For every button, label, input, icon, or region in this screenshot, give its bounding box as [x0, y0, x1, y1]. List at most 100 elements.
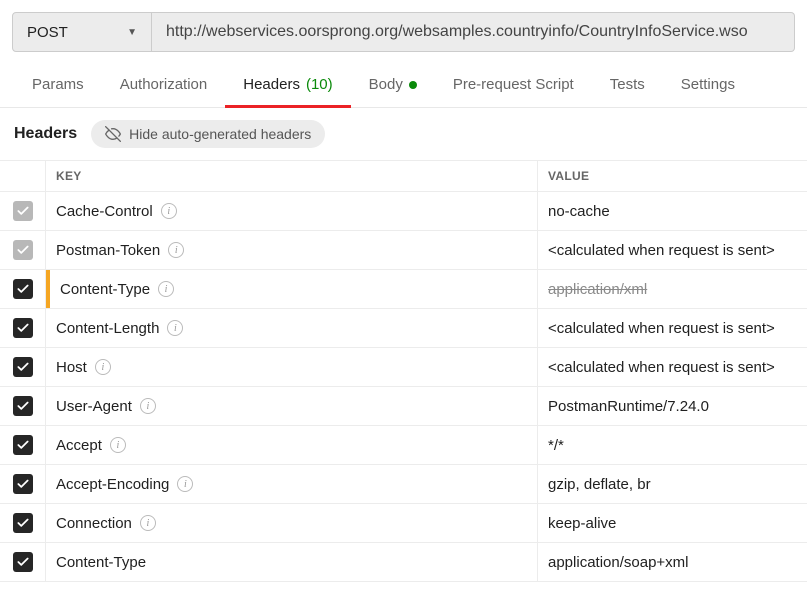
- row-value-text: PostmanRuntime/7.24.0: [548, 398, 709, 415]
- row-key-cell[interactable]: Postman-Tokeni: [46, 231, 538, 270]
- row-key-cell[interactable]: Content-Lengthi: [46, 309, 538, 348]
- row-value-text: no-cache: [548, 203, 610, 220]
- table-row: Accepti */*: [0, 426, 807, 465]
- row-value-cell[interactable]: PostmanRuntime/7.24.0: [538, 387, 807, 426]
- row-check-cell: [0, 465, 46, 504]
- headers-subheader: Headers Hide auto-generated headers: [0, 108, 807, 160]
- row-key-text: Accept: [56, 437, 102, 454]
- row-key-text: User-Agent: [56, 398, 132, 415]
- table-row: Hosti <calculated when request is sent>: [0, 348, 807, 387]
- table-row: Content-Typei application/xml: [0, 270, 807, 309]
- override-indicator: [46, 270, 50, 309]
- row-checkbox[interactable]: [13, 318, 33, 338]
- tab-label: Authorization: [120, 76, 208, 93]
- info-icon[interactable]: i: [95, 359, 111, 375]
- row-value-cell[interactable]: <calculated when request is sent>: [538, 348, 807, 387]
- tab-label: Params: [32, 76, 84, 93]
- eye-off-icon: [105, 126, 121, 142]
- info-icon[interactable]: i: [140, 398, 156, 414]
- row-key-cell[interactable]: Hosti: [46, 348, 538, 387]
- row-key-text: Host: [56, 359, 87, 376]
- row-value-text: application/soap+xml: [548, 554, 689, 571]
- row-check-cell: [0, 348, 46, 387]
- tab-label: Pre-request Script: [453, 76, 574, 93]
- chevron-down-icon: ▼: [127, 27, 137, 38]
- row-value-text: */*: [548, 437, 564, 454]
- row-key-cell[interactable]: Accept-Encoding i: [46, 465, 538, 504]
- request-bar: POST ▼ http://webservices.oorsprong.org/…: [0, 0, 807, 64]
- row-value-text: <calculated when request is sent>: [548, 320, 775, 337]
- info-icon[interactable]: i: [167, 320, 183, 336]
- row-key-cell[interactable]: User-Agent i: [46, 387, 538, 426]
- tab-params[interactable]: Params: [14, 64, 102, 108]
- tabs: Params Authorization Headers (10) Body Pre-re…: [0, 64, 807, 108]
- hide-label: Hide auto-generated headers: [129, 126, 311, 142]
- row-value-cell[interactable]: <calculated when request is sent>: [538, 309, 807, 348]
- row-key-cell[interactable]: Accepti: [46, 426, 538, 465]
- col-check-header: [0, 161, 46, 192]
- tab-headers[interactable]: Headers (10): [225, 64, 350, 108]
- row-check-cell: [0, 543, 46, 582]
- row-check-cell: [0, 270, 46, 309]
- table-body: Cache-Controli no-cache Postman-Tokeni <cal…: [0, 192, 807, 582]
- row-checkbox[interactable]: [13, 279, 33, 299]
- tab-label: Headers: [243, 76, 300, 93]
- row-checkbox[interactable]: [13, 435, 33, 455]
- row-checkbox[interactable]: [13, 357, 33, 377]
- info-icon[interactable]: i: [110, 437, 126, 453]
- row-key-text: Accept-Encoding: [56, 476, 169, 493]
- row-checkbox[interactable]: [13, 396, 33, 416]
- url-text: http://webservices.oorsprong.org/websamp…: [166, 23, 748, 40]
- row-checkbox[interactable]: [13, 513, 33, 533]
- row-value-cell[interactable]: <calculated when request is sent>: [538, 231, 807, 270]
- row-key-cell[interactable]: Cache-Controli: [46, 192, 538, 231]
- row-check-cell: [0, 231, 46, 270]
- row-value-text: keep-alive: [548, 515, 616, 532]
- url-input[interactable]: http://webservices.oorsprong.org/websamp…: [152, 12, 795, 52]
- headers-title: Headers: [14, 125, 77, 143]
- table-row: User-Agent i PostmanRuntime/7.24.0: [0, 387, 807, 426]
- tab-tests[interactable]: Tests: [592, 64, 663, 108]
- info-icon[interactable]: i: [168, 242, 184, 258]
- method-label: POST: [27, 24, 68, 41]
- table-row: Cache-Controli no-cache: [0, 192, 807, 231]
- row-checkbox[interactable]: [13, 240, 33, 260]
- tab-body[interactable]: Body: [351, 64, 435, 108]
- row-value-cell[interactable]: application/xml: [538, 270, 807, 309]
- row-value-text: <calculated when request is sent>: [548, 242, 775, 259]
- tab-label: Tests: [610, 76, 645, 93]
- tab-label: Body: [369, 76, 403, 93]
- row-value-text: <calculated when request is sent>: [548, 359, 775, 376]
- info-icon[interactable]: i: [161, 203, 177, 219]
- hide-autogenerated-button[interactable]: Hide auto-generated headers: [91, 120, 325, 148]
- tab-settings[interactable]: Settings: [663, 64, 753, 108]
- col-value-header: VALUE: [538, 161, 807, 192]
- row-check-cell: [0, 426, 46, 465]
- row-value-cell[interactable]: */*: [538, 426, 807, 465]
- row-key-cell[interactable]: Content-Typei: [46, 270, 538, 309]
- row-value-cell[interactable]: application/soap+xml: [538, 543, 807, 582]
- row-value-cell[interactable]: keep-alive: [538, 504, 807, 543]
- table-row: Content-Type application/soap+xml: [0, 543, 807, 582]
- row-value-cell[interactable]: no-cache: [538, 192, 807, 231]
- row-key-cell[interactable]: Content-Type: [46, 543, 538, 582]
- row-value-cell[interactable]: gzip, deflate, br: [538, 465, 807, 504]
- row-checkbox[interactable]: [13, 474, 33, 494]
- row-value-text: gzip, deflate, br: [548, 476, 651, 493]
- row-check-cell: [0, 309, 46, 348]
- body-dot-icon: [409, 81, 417, 89]
- method-select[interactable]: POST ▼: [12, 12, 152, 52]
- row-value-text: application/xml: [548, 281, 647, 298]
- row-key-cell[interactable]: Connectioni: [46, 504, 538, 543]
- tab-authorization[interactable]: Authorization: [102, 64, 226, 108]
- table-row: Connectioni keep-alive: [0, 504, 807, 543]
- table-head: KEY VALUE: [0, 161, 807, 192]
- info-icon[interactable]: i: [177, 476, 193, 492]
- row-checkbox[interactable]: [13, 201, 33, 221]
- row-key-text: Content-Type: [56, 554, 146, 571]
- info-icon[interactable]: i: [158, 281, 174, 297]
- info-icon[interactable]: i: [140, 515, 156, 531]
- tab-pre-request-script[interactable]: Pre-request Script: [435, 64, 592, 108]
- row-checkbox[interactable]: [13, 552, 33, 572]
- tab-count: (10): [306, 76, 333, 93]
